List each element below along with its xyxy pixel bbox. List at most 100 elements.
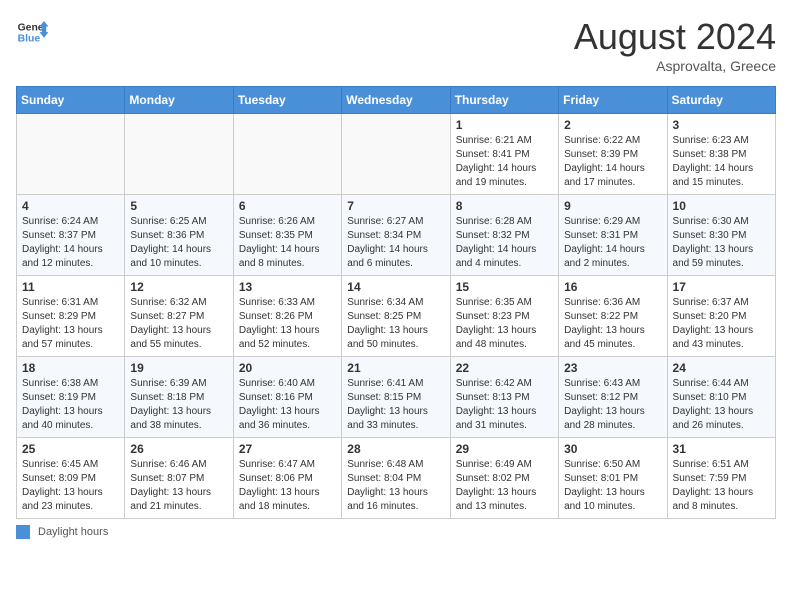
cell-content: Sunrise: 6:42 AM Sunset: 8:13 PM Dayligh… xyxy=(456,377,553,433)
calendar-cell: 4 Sunrise: 6:24 AM Sunset: 8:37 PM Daylig… xyxy=(17,195,125,276)
day-number: 28 xyxy=(347,442,444,456)
day-number: 4 xyxy=(22,199,119,213)
weekday-wednesday: Wednesday xyxy=(342,87,450,114)
day-number: 21 xyxy=(347,361,444,375)
calendar-cell: 23 Sunrise: 6:43 AM Sunset: 8:12 PM Dayli… xyxy=(559,357,667,438)
calendar-week-1: 4 Sunrise: 6:24 AM Sunset: 8:37 PM Daylig… xyxy=(17,195,776,276)
weekday-saturday: Saturday xyxy=(667,87,775,114)
cell-content: Sunrise: 6:46 AM Sunset: 8:07 PM Dayligh… xyxy=(130,458,227,514)
weekday-monday: Monday xyxy=(125,87,233,114)
cell-content: Sunrise: 6:30 AM Sunset: 8:30 PM Dayligh… xyxy=(673,215,770,271)
calendar-cell: 11 Sunrise: 6:31 AM Sunset: 8:29 PM Dayli… xyxy=(17,276,125,357)
day-number: 17 xyxy=(673,280,770,294)
day-number: 25 xyxy=(22,442,119,456)
cell-content: Sunrise: 6:26 AM Sunset: 8:35 PM Dayligh… xyxy=(239,215,336,271)
day-number: 19 xyxy=(130,361,227,375)
calendar-cell: 21 Sunrise: 6:41 AM Sunset: 8:15 PM Dayli… xyxy=(342,357,450,438)
svg-text:Blue: Blue xyxy=(18,34,41,45)
weekday-friday: Friday xyxy=(559,87,667,114)
cell-content: Sunrise: 6:39 AM Sunset: 8:18 PM Dayligh… xyxy=(130,377,227,433)
day-number: 1 xyxy=(456,118,553,132)
calendar-week-3: 18Sunrise: 6:38 AM Sunset: 8:19 PM Dayli… xyxy=(17,357,776,438)
day-number: 15 xyxy=(456,280,553,294)
cell-content: Sunrise: 6:21 AM Sunset: 8:41 PM Dayligh… xyxy=(456,134,553,190)
day-number: 2 xyxy=(564,118,661,132)
calendar-week-2: 11 Sunrise: 6:31 AM Sunset: 8:29 PM Dayli… xyxy=(17,276,776,357)
cell-content: Sunrise: 6:22 AM Sunset: 8:39 PM Dayligh… xyxy=(564,134,661,190)
cell-content: Sunrise: 6:32 AM Sunset: 8:27 PM Dayligh… xyxy=(130,296,227,352)
day-number: 11 xyxy=(22,280,119,294)
day-number: 29 xyxy=(456,442,553,456)
calendar-cell: 5 Sunrise: 6:25 AM Sunset: 8:36 PM Daylig… xyxy=(125,195,233,276)
cell-content: Sunrise: 6:29 AM Sunset: 8:31 PM Dayligh… xyxy=(564,215,661,271)
calendar-cell: 3Sunrise: 6:23 AM Sunset: 8:38 PM Daylig… xyxy=(667,114,775,195)
cell-content: Sunrise: 6:31 AM Sunset: 8:29 PM Dayligh… xyxy=(22,296,119,352)
weekday-tuesday: Tuesday xyxy=(233,87,341,114)
cell-content: Sunrise: 6:49 AM Sunset: 8:02 PM Dayligh… xyxy=(456,458,553,514)
cell-content: Sunrise: 6:45 AM Sunset: 8:09 PM Dayligh… xyxy=(22,458,119,514)
calendar-cell: 1 Sunrise: 6:21 AM Sunset: 8:41 PM Daylig… xyxy=(450,114,558,195)
calendar-cell: 29 Sunrise: 6:49 AM Sunset: 8:02 PM Dayli… xyxy=(450,438,558,519)
weekday-thursday: Thursday xyxy=(450,87,558,114)
day-number: 14 xyxy=(347,280,444,294)
day-number: 30 xyxy=(564,442,661,456)
cell-content: Sunrise: 6:47 AM Sunset: 8:06 PM Dayligh… xyxy=(239,458,336,514)
cell-content: Sunrise: 6:23 AM Sunset: 8:38 PM Dayligh… xyxy=(673,134,770,190)
cell-content: Sunrise: 6:44 AM Sunset: 8:10 PM Dayligh… xyxy=(673,377,770,433)
calendar-cell xyxy=(125,114,233,195)
day-number: 16 xyxy=(564,280,661,294)
cell-content: Sunrise: 6:27 AM Sunset: 8:34 PM Dayligh… xyxy=(347,215,444,271)
calendar-cell xyxy=(233,114,341,195)
calendar-cell: 16 Sunrise: 6:36 AM Sunset: 8:22 PM Dayli… xyxy=(559,276,667,357)
day-number: 10 xyxy=(673,199,770,213)
calendar-cell: 20Sunrise: 6:40 AM Sunset: 8:16 PM Dayli… xyxy=(233,357,341,438)
day-number: 5 xyxy=(130,199,227,213)
cell-content: Sunrise: 6:34 AM Sunset: 8:25 PM Dayligh… xyxy=(347,296,444,352)
day-number: 12 xyxy=(130,280,227,294)
cell-content: Sunrise: 6:24 AM Sunset: 8:37 PM Dayligh… xyxy=(22,215,119,271)
cell-content: Sunrise: 6:48 AM Sunset: 8:04 PM Dayligh… xyxy=(347,458,444,514)
calendar-cell: 13Sunrise: 6:33 AM Sunset: 8:26 PM Dayli… xyxy=(233,276,341,357)
cell-content: Sunrise: 6:35 AM Sunset: 8:23 PM Dayligh… xyxy=(456,296,553,352)
day-number: 23 xyxy=(564,361,661,375)
calendar-cell xyxy=(17,114,125,195)
calendar-cell: 28 Sunrise: 6:48 AM Sunset: 8:04 PM Dayli… xyxy=(342,438,450,519)
logo: General Blue xyxy=(16,16,48,48)
day-number: 31 xyxy=(673,442,770,456)
day-number: 18 xyxy=(22,361,119,375)
calendar-cell: 15 Sunrise: 6:35 AM Sunset: 8:23 PM Dayli… xyxy=(450,276,558,357)
calendar-cell: 14 Sunrise: 6:34 AM Sunset: 8:25 PM Dayli… xyxy=(342,276,450,357)
weekday-header-row: SundayMondayTuesdayWednesdayThursdayFrid… xyxy=(17,87,776,114)
calendar-cell: 10 Sunrise: 6:30 AM Sunset: 8:30 PM Dayli… xyxy=(667,195,775,276)
daylight-label: Daylight hours xyxy=(38,526,108,538)
footer-note: Daylight hours xyxy=(16,525,776,539)
day-number: 9 xyxy=(564,199,661,213)
calendar-cell: 22Sunrise: 6:42 AM Sunset: 8:13 PM Dayli… xyxy=(450,357,558,438)
cell-content: Sunrise: 6:51 AM Sunset: 7:59 PM Dayligh… xyxy=(673,458,770,514)
calendar-cell: 24Sunrise: 6:44 AM Sunset: 8:10 PM Dayli… xyxy=(667,357,775,438)
logo-icon: General Blue xyxy=(16,16,48,48)
day-number: 6 xyxy=(239,199,336,213)
cell-content: Sunrise: 6:25 AM Sunset: 8:36 PM Dayligh… xyxy=(130,215,227,271)
calendar-cell: 18Sunrise: 6:38 AM Sunset: 8:19 PM Dayli… xyxy=(17,357,125,438)
calendar-cell xyxy=(342,114,450,195)
calendar-cell: 6 Sunrise: 6:26 AM Sunset: 8:35 PM Daylig… xyxy=(233,195,341,276)
day-number: 13 xyxy=(239,280,336,294)
calendar-cell: 9 Sunrise: 6:29 AM Sunset: 8:31 PM Daylig… xyxy=(559,195,667,276)
calendar-cell: 8 Sunrise: 6:28 AM Sunset: 8:32 PM Daylig… xyxy=(450,195,558,276)
calendar-cell: 19 Sunrise: 6:39 AM Sunset: 8:18 PM Dayli… xyxy=(125,357,233,438)
cell-content: Sunrise: 6:50 AM Sunset: 8:01 PM Dayligh… xyxy=(564,458,661,514)
cell-content: Sunrise: 6:43 AM Sunset: 8:12 PM Dayligh… xyxy=(564,377,661,433)
cell-content: Sunrise: 6:36 AM Sunset: 8:22 PM Dayligh… xyxy=(564,296,661,352)
title-block: August 2024 Asprovalta, Greece xyxy=(574,16,776,74)
cell-content: Sunrise: 6:28 AM Sunset: 8:32 PM Dayligh… xyxy=(456,215,553,271)
cell-content: Sunrise: 6:41 AM Sunset: 8:15 PM Dayligh… xyxy=(347,377,444,433)
calendar-cell: 2 Sunrise: 6:22 AM Sunset: 8:39 PM Daylig… xyxy=(559,114,667,195)
cell-content: Sunrise: 6:40 AM Sunset: 8:16 PM Dayligh… xyxy=(239,377,336,433)
day-number: 27 xyxy=(239,442,336,456)
day-number: 8 xyxy=(456,199,553,213)
month-year: August 2024 xyxy=(574,16,776,58)
calendar-cell: 7Sunrise: 6:27 AM Sunset: 8:34 PM Daylig… xyxy=(342,195,450,276)
page-header: General Blue August 2024 Asprovalta, Gre… xyxy=(16,16,776,74)
day-number: 26 xyxy=(130,442,227,456)
